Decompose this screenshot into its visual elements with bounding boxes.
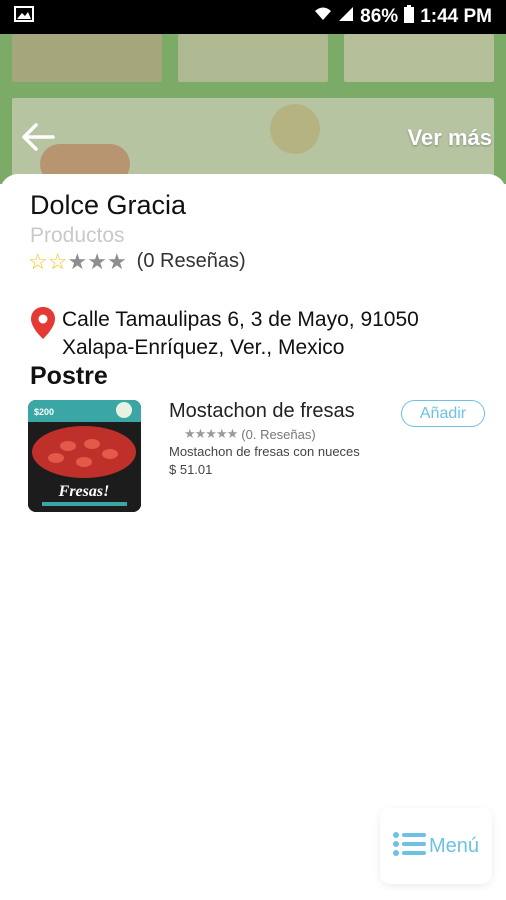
star-icon: ★ <box>87 248 107 274</box>
store-details-card: Dolce Gracia Productos ☆ ☆ ★ ★ ★ (0 Rese… <box>0 174 506 900</box>
store-address[interactable]: Calle Tamaulipas 6, 3 de Mayo, 91050 Xal… <box>30 306 419 362</box>
store-rating: ☆ ☆ ★ ★ ★ (0 Reseñas) <box>28 250 246 273</box>
arrow-left-icon <box>21 122 55 157</box>
battery-percent: 86% <box>360 6 399 27</box>
star-icon: ★ <box>106 248 127 274</box>
see-more-link[interactable]: Ver más <box>408 125 492 151</box>
store-name: Dolce Gracia <box>30 190 187 220</box>
back-button[interactable] <box>18 119 58 159</box>
banner-overlay <box>0 34 506 184</box>
product-name: Mostachon de fresas <box>169 400 355 422</box>
store-banner-image <box>0 34 506 184</box>
store-category: Productos <box>30 224 125 247</box>
image-price-text: $200 <box>34 407 54 417</box>
list-icon <box>392 831 427 862</box>
address-line2: Xalapa-Enríquez, Ver., Mexico <box>62 336 345 359</box>
reviews-count: (0 Reseñas) <box>136 250 246 272</box>
product-description: Mostachon de fresas con nueces <box>169 444 360 459</box>
product-reviews: (0. Reseñas) <box>241 426 316 442</box>
battery-icon <box>404 5 415 29</box>
star-outline-icon: ☆ <box>47 248 68 274</box>
product-price: $ 51.01 <box>169 462 213 477</box>
status-bar: 86% 1:44 PM <box>0 0 506 34</box>
product-image[interactable]: $200 Fresas! <box>28 400 141 512</box>
location-pin-icon <box>30 306 56 345</box>
clock: 1:44 PM <box>420 6 492 27</box>
star-outline-icon: ☆ <box>28 248 48 274</box>
wifi-icon <box>314 6 332 28</box>
add-to-cart-button[interactable]: Añadir <box>401 400 485 427</box>
menu-label: Menú <box>428 834 480 857</box>
product-item[interactable]: $200 Fresas! Mostachon de fresas ★★★★★ (… <box>28 400 488 515</box>
address-line1: Calle Tamaulipas 6, 3 de Mayo, 91050 <box>62 308 419 331</box>
rating-stars: ☆ ☆ ★ ★ ★ <box>28 248 127 274</box>
image-title-text: Fresas! <box>58 483 110 500</box>
product-rating: ★★★★★ (0. Reseñas) <box>184 426 316 442</box>
gallery-icon <box>14 6 34 28</box>
menu-button[interactable]: Menú <box>380 808 492 884</box>
signal-icon <box>338 6 354 28</box>
star-icon: ★ <box>67 248 88 274</box>
section-title: Postre <box>30 362 108 390</box>
product-stars-icon: ★★★★★ <box>184 426 238 441</box>
